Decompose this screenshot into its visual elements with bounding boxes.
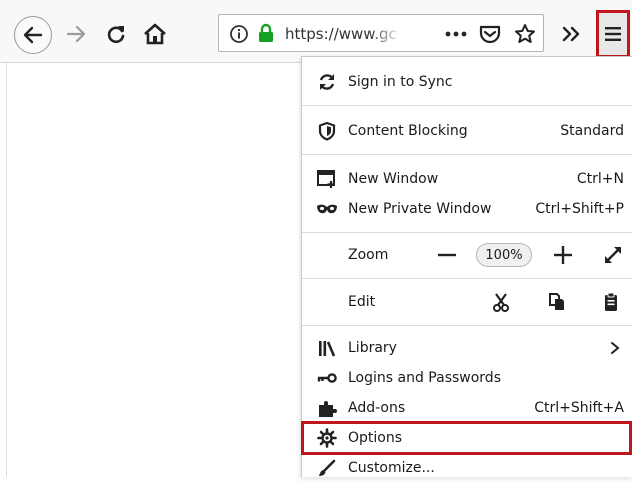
menu-item-new-private-window[interactable]: New Private Window Ctrl+Shift+P bbox=[302, 194, 632, 224]
menu-item-logins-and-passwords[interactable]: Logins and Passwords bbox=[302, 363, 632, 393]
overflow-menu-button[interactable] bbox=[556, 20, 586, 48]
menu-item-sign-in-to-sync[interactable]: Sign in to Sync bbox=[302, 67, 632, 97]
page-content-edge bbox=[6, 63, 7, 477]
hamburger-menu-icon bbox=[605, 27, 621, 41]
zoom-reset-button[interactable]: 100% bbox=[476, 243, 532, 267]
menu-item-label: New Window bbox=[348, 171, 439, 187]
info-icon[interactable] bbox=[229, 24, 249, 44]
paste-button[interactable] bbox=[600, 291, 622, 313]
menu-item-options[interactable]: Options bbox=[302, 423, 632, 453]
address-bar[interactable]: https://www.gc bbox=[218, 14, 544, 52]
star-icon bbox=[515, 24, 535, 43]
menu-item-label: Library bbox=[348, 340, 397, 356]
menu-separator bbox=[302, 325, 632, 326]
brush-icon bbox=[316, 457, 338, 479]
menu-separator bbox=[302, 278, 632, 279]
back-button[interactable] bbox=[14, 16, 52, 54]
menu-separator bbox=[302, 232, 632, 233]
key-icon bbox=[316, 367, 338, 389]
menu-item-edit: Edit bbox=[302, 287, 632, 317]
home-icon bbox=[144, 23, 166, 45]
chevron-right-icon bbox=[608, 340, 622, 356]
new-window-icon bbox=[316, 168, 338, 190]
page-actions-button[interactable] bbox=[443, 23, 469, 45]
copy-button[interactable] bbox=[546, 291, 568, 313]
shield-icon bbox=[316, 120, 338, 142]
menu-item-label: Sign in to Sync bbox=[348, 74, 453, 90]
open-menu-button[interactable] bbox=[596, 10, 630, 58]
url-fade bbox=[369, 21, 403, 47]
menu-item-customize[interactable]: Customize... bbox=[302, 453, 632, 483]
back-arrow-icon bbox=[23, 26, 43, 44]
puzzle-icon bbox=[316, 397, 338, 419]
fullscreen-icon bbox=[605, 247, 621, 263]
menu-item-label: Content Blocking bbox=[348, 123, 468, 139]
double-chevron-icon bbox=[562, 26, 580, 42]
content-blocking-status: Standard bbox=[560, 123, 624, 139]
menu-item-library[interactable]: Library bbox=[302, 333, 632, 363]
menu-item-label: Edit bbox=[348, 294, 376, 310]
shortcut-label: Ctrl+Shift+P bbox=[535, 201, 624, 217]
app-menu-panel: Sign in to Sync Content Blocking Standar… bbox=[301, 56, 632, 477]
paste-icon bbox=[605, 292, 617, 311]
menu-item-label: New Private Window bbox=[348, 201, 492, 217]
lock-icon[interactable] bbox=[257, 23, 275, 43]
menu-item-zoom: Zoom 100% bbox=[302, 240, 632, 270]
minus-icon bbox=[438, 253, 456, 257]
copy-icon bbox=[549, 293, 564, 310]
menu-item-add-ons[interactable]: Add-ons Ctrl+Shift+A bbox=[302, 393, 632, 423]
fullscreen-button[interactable] bbox=[602, 244, 624, 266]
sync-icon bbox=[316, 71, 338, 93]
zoom-out-button[interactable] bbox=[436, 244, 458, 266]
cut-button[interactable] bbox=[490, 291, 512, 313]
cut-icon bbox=[493, 293, 509, 312]
menu-item-label: Add-ons bbox=[348, 400, 406, 416]
shortcut-label: Ctrl+N bbox=[576, 171, 624, 187]
library-icon bbox=[316, 337, 338, 359]
gear-icon bbox=[316, 427, 338, 449]
more-dots-icon bbox=[445, 31, 467, 37]
bookmark-star-button[interactable] bbox=[512, 21, 538, 47]
navigation-toolbar: https://www.gc bbox=[0, 0, 632, 63]
menu-item-label: Options bbox=[348, 430, 403, 446]
menu-separator bbox=[302, 105, 632, 106]
reload-button[interactable] bbox=[102, 20, 130, 48]
shortcut-label: Ctrl+Shift+A bbox=[534, 400, 624, 416]
reload-icon bbox=[107, 26, 125, 44]
pocket-button[interactable] bbox=[477, 22, 503, 46]
menu-item-new-window[interactable]: New Window Ctrl+N bbox=[302, 164, 632, 194]
pocket-icon bbox=[479, 25, 501, 44]
home-button[interactable] bbox=[140, 20, 170, 48]
zoom-in-button[interactable] bbox=[552, 244, 574, 266]
menu-item-label: Customize... bbox=[348, 460, 435, 476]
plus-icon bbox=[554, 246, 572, 264]
menu-separator bbox=[302, 154, 632, 155]
menu-item-content-blocking[interactable]: Content Blocking Standard bbox=[302, 116, 632, 146]
menu-item-label: Zoom bbox=[348, 247, 389, 263]
menu-item-label: Logins and Passwords bbox=[348, 370, 501, 386]
forward-button[interactable] bbox=[62, 20, 90, 48]
mask-icon bbox=[316, 198, 338, 220]
forward-arrow-icon bbox=[66, 25, 86, 43]
